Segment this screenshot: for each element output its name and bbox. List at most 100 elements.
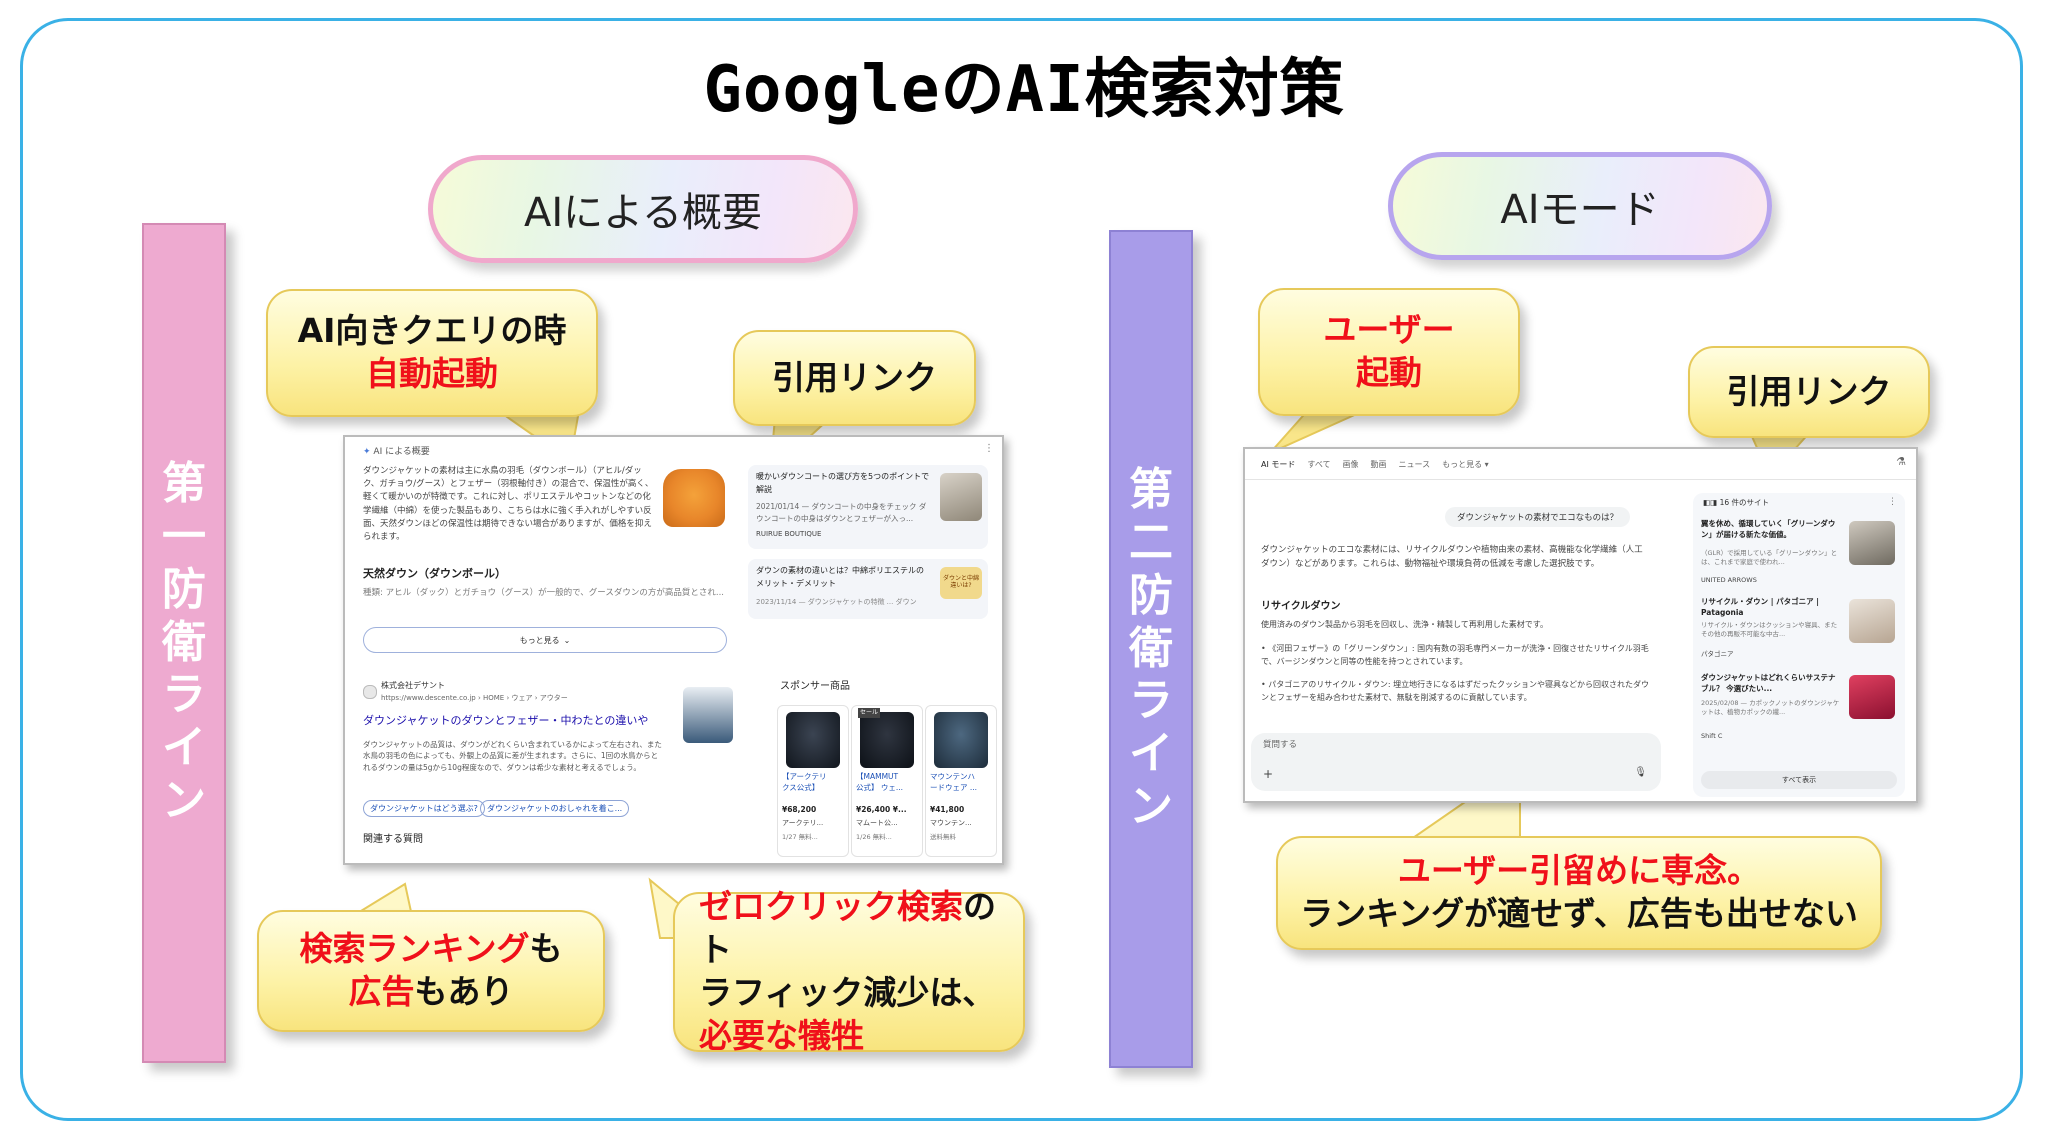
sponsored-heading: スポンサー商品 bbox=[780, 681, 850, 692]
chevron-down-icon: ⌄ bbox=[563, 635, 571, 645]
callout-user-retention: ユーザー引留めに専念。 ランキングが適せず、広告も出せない bbox=[1276, 836, 1882, 950]
callout-auto-start: AI向きクエリの時 自動起動 bbox=[266, 289, 598, 417]
citation-thumbnail bbox=[940, 473, 982, 521]
product-shop: マウンテン... bbox=[930, 819, 972, 827]
ai-mode-heading: リサイクルダウン bbox=[1261, 601, 1341, 612]
kebab-icon[interactable]: ⋮ bbox=[1888, 497, 1897, 507]
ask-input-placeholder: 質問する bbox=[1263, 740, 1298, 750]
citation-card-2[interactable]: ダウンの素材の違いとは？中綿ポリエステルのメリット・デメリット 2023/11/… bbox=[748, 559, 988, 619]
source-thumbnail bbox=[1849, 675, 1895, 719]
citation-source: RUIRUE BOUTIQUE bbox=[756, 530, 822, 538]
bar-char: イ bbox=[1129, 728, 1173, 780]
product-shop: マムート公... bbox=[856, 819, 898, 827]
source-card-1[interactable]: 翼を休め、循環していく「グリーンダウン」が届ける新たな価値。 （GLR）で採用し… bbox=[1701, 519, 1897, 589]
source-title: リサイクル・ダウン | パタゴニア | Patagonia bbox=[1701, 597, 1819, 617]
product-name[interactable]: 【アークテリ クス公式】 bbox=[782, 772, 827, 793]
citation-meta: 2023/11/14 — ダウンジャケットの特徴 ... ダウン bbox=[756, 598, 917, 606]
product-card-1[interactable]: 【アークテリ クス公式】 ¥68,200 アークテリ... 1/27 無料... bbox=[777, 705, 849, 857]
product-card-3[interactable]: マウンテンハ ードウェア ... ¥41,800 マウンテン... 送料無料 bbox=[925, 705, 997, 857]
source-name: パタゴニア bbox=[1701, 650, 1734, 658]
tab-all[interactable]: すべて bbox=[1307, 459, 1330, 470]
sale-badge: セール bbox=[858, 708, 881, 718]
product-image bbox=[786, 712, 840, 768]
sources-count: ◧◨ 16 件のサイト bbox=[1703, 498, 1769, 507]
plus-icon[interactable]: + bbox=[1263, 767, 1273, 781]
product-image bbox=[934, 712, 988, 768]
orange-jacket-image bbox=[663, 469, 725, 527]
tab-videos[interactable]: 動画 bbox=[1371, 459, 1387, 470]
citation-title: 暖かいダウンコートの選び方を5つのポイントで解説 bbox=[756, 472, 930, 494]
show-all-button[interactable]: すべて表示 bbox=[1701, 771, 1897, 789]
source-card-3[interactable]: ダウンジャケットはどれくらいサステナブル？ 今選びたい... 2025/02/0… bbox=[1701, 673, 1897, 747]
bar-char: 第 bbox=[1129, 464, 1173, 516]
callout-line: 引用リンク bbox=[1726, 371, 1892, 411]
page-title: GoogleのAI検索対策 bbox=[703, 53, 1345, 127]
ask-input-box[interactable]: 質問する + 🎙 bbox=[1251, 733, 1661, 791]
bar-char: ン bbox=[162, 774, 206, 826]
result-title-link[interactable]: ダウンジャケットのダウンとフェザー・中わたとの違いや bbox=[363, 712, 648, 730]
ai-overview-header: ✦ AI による概要 bbox=[363, 445, 430, 459]
first-defense-line-bar: 第 一 防 衛 ラ イ ン bbox=[142, 223, 226, 1063]
ai-overview-bullet: 種類: アヒル（ダック）とガチョウ（グース）が一般的で、グースダウンの方が高品質… bbox=[363, 588, 724, 598]
ai-overview-pill: AIによる概要 bbox=[428, 155, 858, 263]
source-name: UNITED ARROWS bbox=[1701, 576, 1757, 584]
ai-overview-screenshot: ✦ AI による概要 ⋮ ダウンジャケットの素材は主に水鳥の羽毛（ダウンボール）… bbox=[343, 435, 1004, 865]
product-price: ¥68,200 bbox=[782, 805, 817, 814]
query-chip-1[interactable]: ダウンジャケットはどう選ぶ? bbox=[363, 800, 485, 817]
tab-news[interactable]: ニュース bbox=[1399, 459, 1431, 470]
ai-mode-pill: AIモード bbox=[1388, 152, 1772, 260]
callout-citation-link-right: 引用リンク bbox=[1688, 346, 1930, 438]
source-thumbnail bbox=[1849, 521, 1895, 565]
bar-char: 二 bbox=[1129, 517, 1173, 568]
source-desc: 2025/02/08 — カポックノットのダウンジャケットは、植物カポックの繊.… bbox=[1701, 699, 1840, 717]
callout-citation-link-left: 引用リンク bbox=[733, 330, 976, 426]
source-icons: ◧◨ bbox=[1703, 498, 1720, 507]
product-price: ¥26,400 ¥... bbox=[856, 805, 907, 814]
bar-char: ン bbox=[1129, 780, 1173, 832]
callout-line-red: ユーザー bbox=[1323, 310, 1455, 350]
tab-images[interactable]: 画像 bbox=[1343, 459, 1359, 470]
user-query-bubble: ダウンジャケットの素材でエコなものは？ bbox=[1445, 507, 1631, 527]
citation-card-1[interactable]: 暖かいダウンコートの選び方を5つのポイントで解説 2021/01/14 — ダウ… bbox=[748, 465, 988, 549]
ai-overview-body: ダウンジャケットの素材は主に水鳥の羽毛（ダウンボール）（アヒル/ダック、ガチョウ… bbox=[363, 466, 654, 542]
callout-line: ゼロクリック検索のト bbox=[699, 887, 996, 970]
bar-char: ラ bbox=[162, 669, 206, 721]
product-name[interactable]: 【MAMMUT 公式】 ウェ... bbox=[856, 772, 903, 793]
ai-mode-bullet-2: • パタゴニアのリサイクル・ダウン: 埋立地行きになるはずだったクッションや寝具… bbox=[1261, 680, 1650, 702]
second-defense-line-bar: 第 二 防 衛 ラ イ ン bbox=[1109, 230, 1193, 1068]
bar-char: 衛 bbox=[1129, 622, 1173, 674]
bar-char: 防 bbox=[162, 563, 206, 615]
ai-overview-header-label: AI による概要 bbox=[373, 447, 430, 457]
source-card-2[interactable]: リサイクル・ダウン | パタゴニア | Patagonia リサイクル・ダウンは… bbox=[1701, 597, 1897, 667]
kebab-icon[interactable]: ⋮ bbox=[984, 443, 994, 454]
callout-line: ランキングが適せず、広告も出せない bbox=[1300, 894, 1858, 933]
product-name[interactable]: マウンテンハ ードウェア ... bbox=[930, 772, 977, 793]
tab-more[interactable]: もっと見る ▾ bbox=[1442, 459, 1489, 470]
bar-char: ラ bbox=[1129, 675, 1173, 727]
source-title: 翼を休め、循環していく「グリーンダウン」が届ける新たな価値。 bbox=[1701, 519, 1836, 539]
callout-line: ラフィック減少は、 bbox=[699, 973, 996, 1012]
callout-zero-click: ゼロクリック検索のト ラフィック減少は、 必要な犠牲 bbox=[673, 887, 1025, 1055]
citation-title: ダウンの素材の違いとは？中綿ポリエステルのメリット・デメリット bbox=[756, 566, 924, 588]
product-shipping: 1/27 無料... bbox=[782, 833, 818, 841]
ai-overview-heading: 天然ダウン（ダウンボール） bbox=[363, 567, 506, 580]
microphone-icon[interactable]: 🎙 bbox=[1634, 767, 1647, 778]
search-tabs: AI モード すべて 画像 動画 ニュース もっと見る ▾ bbox=[1261, 459, 1489, 470]
sources-panel: ◧◨ 16 件のサイト ⋮ 翼を休め、循環していく「グリーンダウン」が届ける新た… bbox=[1693, 493, 1905, 797]
ai-mode-body: ダウンジャケットのエコな素材には、リサイクルダウンや植物由来の素材、高機能な化学… bbox=[1261, 545, 1643, 569]
source-desc: リサイクル・ダウンはクッションや寝具、またその他の再販不可能な中古... bbox=[1701, 621, 1838, 639]
result-site-name: 株式会社デサント bbox=[381, 681, 445, 690]
result-thumbnail bbox=[683, 687, 733, 743]
product-card-2[interactable]: セール 【MAMMUT 公式】 ウェ... ¥26,400 ¥... マムート公.… bbox=[851, 705, 923, 857]
site-favicon bbox=[363, 685, 377, 699]
result-description: ダウンジャケットの品質は、ダウンがどれくらい含まれているかによって左右され、また… bbox=[363, 740, 662, 772]
callout-line: AI向きクエリの時 bbox=[297, 311, 567, 351]
show-more-button[interactable]: もっと見る ⌄ bbox=[363, 627, 727, 653]
callout-line: 広告もあり bbox=[348, 972, 514, 1011]
tab-ai-mode[interactable]: AI モード bbox=[1261, 459, 1295, 470]
show-more-label: もっと見る bbox=[519, 635, 560, 645]
callout-line-red: 自動起動 bbox=[366, 354, 498, 393]
product-price: ¥41,800 bbox=[930, 805, 965, 814]
flask-icon[interactable]: ⚗ bbox=[1896, 455, 1906, 468]
query-chip-2[interactable]: ダウンジャケットのおしゃれを着こ... bbox=[480, 800, 630, 817]
